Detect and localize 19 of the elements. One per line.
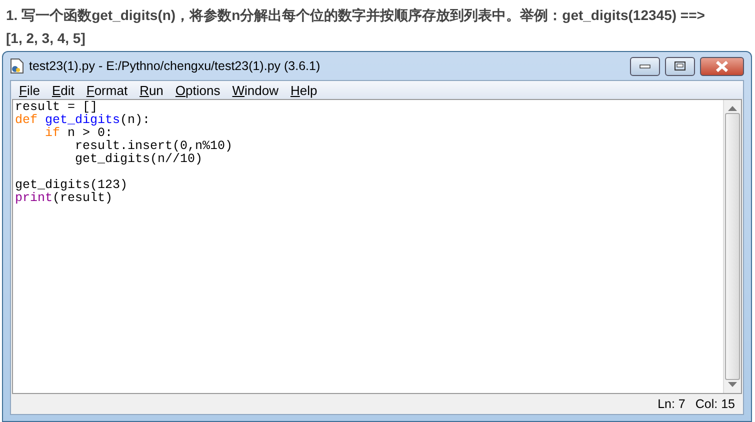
close-icon xyxy=(715,60,729,72)
close-button[interactable] xyxy=(700,56,744,76)
menu-item[interactable]: Format xyxy=(80,82,134,98)
minimize-button[interactable] xyxy=(630,56,660,76)
question-text: 1. 写一个函数get_digits(n)，将参数n分解出每个位的数字并按顺序存放到列表中。举例：get_digits(12345) ==> [1, 2, 3, 4, 5] xyxy=(6,7,705,46)
document-icon xyxy=(10,58,24,74)
window-title: test23(1).py - E:/Pythno/chengxu/test23(1).py (3.6.1) xyxy=(29,59,322,73)
menu-item[interactable]: Edit xyxy=(46,82,80,98)
menu-item[interactable]: Help xyxy=(284,82,324,98)
menu-item[interactable]: File xyxy=(13,82,46,98)
menu-item[interactable]: Run xyxy=(134,82,170,98)
maximize-button[interactable] xyxy=(665,56,695,76)
minimize-icon xyxy=(639,64,651,68)
scrollbar[interactable] xyxy=(723,100,741,393)
maximize-icon xyxy=(674,61,686,71)
column-indicator: Col: 15 xyxy=(695,397,735,411)
line-indicator: Ln: 7 xyxy=(658,397,686,411)
menu-item[interactable]: Window xyxy=(226,82,284,98)
menu-item[interactable]: Options xyxy=(169,82,226,98)
